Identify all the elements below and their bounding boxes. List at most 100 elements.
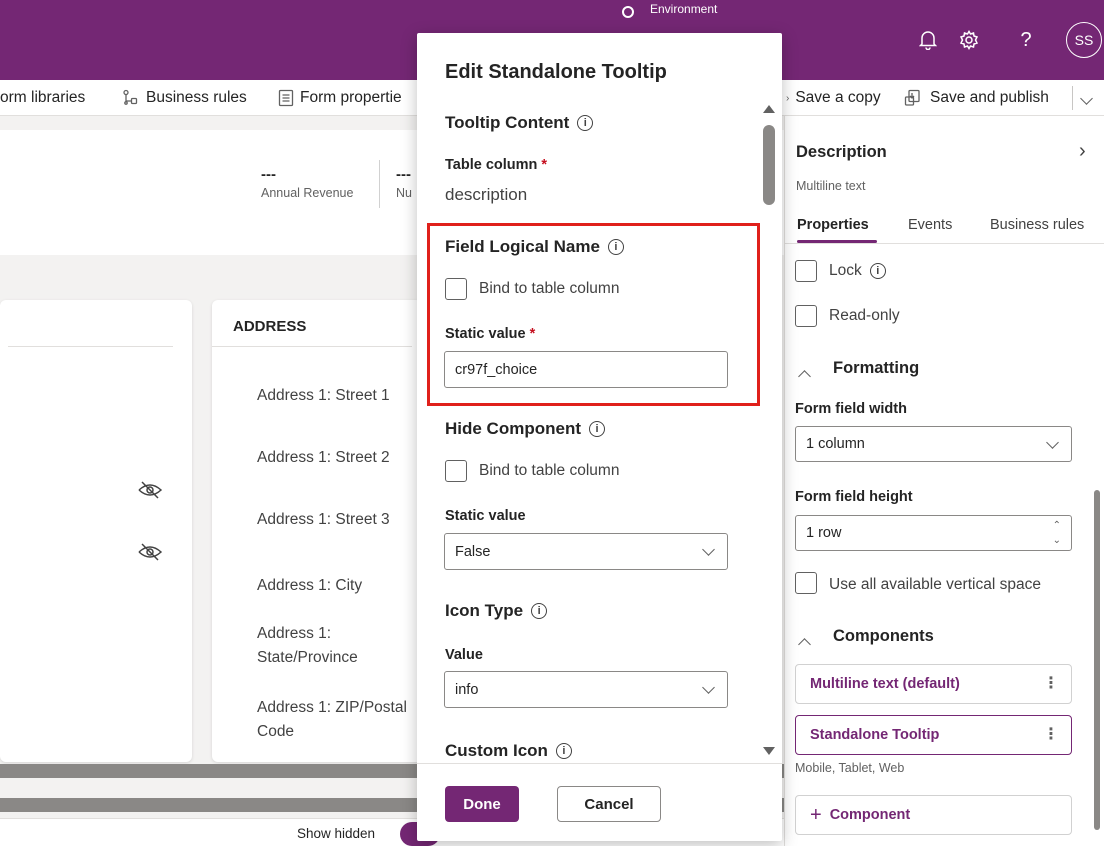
- address-field-zip[interactable]: Address 1: ZIP/Postal Code: [257, 696, 417, 744]
- plus-icon: +: [810, 803, 822, 826]
- bind-table-column-label: Bind to table column: [479, 462, 620, 479]
- readonly-checkbox[interactable]: [795, 305, 817, 327]
- header-field-value: ---: [396, 166, 411, 183]
- component-standalone-tooltip[interactable]: Standalone Tooltip ⋮: [795, 715, 1072, 755]
- dialog-title: Edit Standalone Tooltip: [445, 61, 667, 83]
- address-field-city[interactable]: Address 1: City: [257, 574, 417, 598]
- section-divider: [212, 346, 412, 347]
- form-properties-button[interactable]: Form propertie: [278, 80, 402, 116]
- collapse-components-icon[interactable]: [798, 636, 811, 654]
- hide-bind-table-column-row: Bind to table column: [445, 460, 619, 482]
- command-separator: [1072, 86, 1073, 110]
- environment-label: Environment: [650, 2, 718, 16]
- form-section-card[interactable]: [0, 300, 192, 762]
- tab-business-rules[interactable]: Business rules: [990, 217, 1084, 233]
- pane-scrollbar[interactable]: [1094, 490, 1100, 830]
- section-divider: [8, 346, 173, 347]
- lock-checkbox[interactable]: [795, 260, 817, 282]
- header-divider: [379, 160, 380, 208]
- component-platforms: Mobile, Tablet, Web: [795, 761, 905, 775]
- more-options-icon[interactable]: ⋮: [1043, 724, 1059, 744]
- components-section-title[interactable]: Components: [833, 627, 934, 646]
- address-field-street1[interactable]: Address 1: Street 1: [257, 384, 417, 408]
- tabs-divider: [784, 243, 1104, 244]
- dialog-footer-divider: [417, 763, 782, 764]
- table-column-value: description: [445, 185, 528, 204]
- info-icon[interactable]: i: [577, 115, 594, 131]
- form-field-width-select[interactable]: 1 column: [795, 426, 1072, 462]
- form-field-height-stepper[interactable]: 1 row ⌃ ⌄: [795, 515, 1072, 551]
- form-field-width-label: Form field width: [795, 401, 907, 417]
- environment-icon: [622, 6, 634, 18]
- highlight-box: [427, 223, 760, 406]
- hide-static-value-select[interactable]: False: [444, 533, 728, 570]
- header-field-label: Nu: [396, 186, 412, 200]
- dialog-scrollbar-thumb[interactable]: [763, 125, 775, 205]
- address-section-title: ADDRESS: [233, 318, 307, 335]
- hide-static-value-text: False: [455, 543, 491, 560]
- info-icon[interactable]: i: [555, 743, 572, 759]
- icon-type-select[interactable]: info: [444, 671, 728, 708]
- scroll-up-icon[interactable]: [763, 105, 775, 113]
- chevron-down-icon: [1080, 91, 1093, 105]
- business-rules-button[interactable]: Business rules: [122, 80, 247, 116]
- section-title: Tooltip Content: [445, 113, 570, 132]
- hide-static-value-label: Static value: [445, 508, 526, 524]
- tab-events[interactable]: Events: [908, 217, 952, 233]
- save-and-publish-label: Save and publish: [930, 89, 1049, 106]
- form-libraries-label: orm libraries: [0, 89, 86, 106]
- add-component-label: Component: [829, 807, 911, 823]
- form-field-height-value: 1 row: [806, 525, 842, 541]
- hide-component-section: Hide Component i: [445, 419, 605, 439]
- icon-type-value: info: [455, 681, 479, 698]
- tab-properties[interactable]: Properties: [797, 217, 869, 233]
- add-component-button[interactable]: + Component: [795, 795, 1072, 835]
- lock-label: Lock: [829, 262, 862, 279]
- form-field-height-label: Form field height: [795, 489, 913, 505]
- form-properties-label: Form propertie: [300, 89, 402, 106]
- cancel-button[interactable]: Cancel: [557, 786, 661, 822]
- form-properties-icon: [278, 89, 294, 107]
- gear-icon[interactable]: [955, 26, 983, 54]
- done-button[interactable]: Done: [445, 786, 519, 822]
- bell-icon[interactable]: [914, 26, 942, 54]
- scroll-down-icon[interactable]: [763, 747, 775, 755]
- help-icon[interactable]: ?: [1012, 26, 1040, 54]
- readonly-label: Read-only: [829, 307, 900, 324]
- table-column-label: Table column *: [445, 157, 548, 173]
- info-icon[interactable]: i: [531, 603, 548, 619]
- collapse-formatting-icon[interactable]: [798, 368, 811, 386]
- component-multiline-text[interactable]: Multiline text (default) ⋮: [795, 664, 1072, 704]
- vertical-space-label: Use all available vertical space: [829, 576, 1041, 593]
- hide-bind-table-column-checkbox[interactable]: [445, 460, 467, 482]
- user-avatar[interactable]: SS: [1066, 22, 1102, 58]
- vertical-space-checkbox[interactable]: [795, 572, 817, 594]
- address-field-state[interactable]: Address 1: State/Province: [257, 622, 407, 670]
- address-field-street2[interactable]: Address 1: Street 2: [257, 446, 417, 470]
- info-icon[interactable]: i: [869, 263, 886, 279]
- save-a-copy-label: Save a copy: [795, 89, 881, 106]
- form-libraries-button[interactable]: orm libraries: [0, 80, 85, 116]
- address-field-street3[interactable]: Address 1: Street 3: [257, 508, 417, 532]
- save-dropdown-button[interactable]: [1080, 80, 1093, 116]
- stepper-arrows-icon[interactable]: ⌃ ⌄: [1053, 518, 1061, 548]
- info-icon[interactable]: i: [589, 421, 605, 437]
- chevron-down-icon: [702, 681, 715, 694]
- lock-row: Lock i: [829, 262, 886, 280]
- edit-tooltip-dialog: Edit Standalone Tooltip Tooltip Content …: [417, 33, 782, 841]
- icon-type-value-label: Value: [445, 647, 483, 663]
- chevron-right-icon: ›: [786, 92, 790, 104]
- business-rules-label: Business rules: [146, 89, 247, 106]
- more-options-icon[interactable]: ⋮: [1043, 673, 1059, 693]
- pane-subtitle: Multiline text: [796, 179, 866, 193]
- save-and-publish-button[interactable]: Save and publish: [904, 80, 1049, 116]
- save-a-copy-button[interactable]: › Save a copy: [786, 80, 881, 116]
- formatting-section-title[interactable]: Formatting: [833, 359, 919, 378]
- chevron-down-icon: [1046, 436, 1059, 449]
- chevron-right-icon[interactable]: ›: [1079, 140, 1086, 163]
- section-title: Hide Component: [445, 419, 581, 438]
- show-hidden-label: Show hidden: [297, 826, 376, 841]
- hidden-eye-icon: [137, 542, 163, 567]
- header-field-label: Annual Revenue: [261, 186, 354, 200]
- chevron-down-icon: [702, 543, 715, 556]
